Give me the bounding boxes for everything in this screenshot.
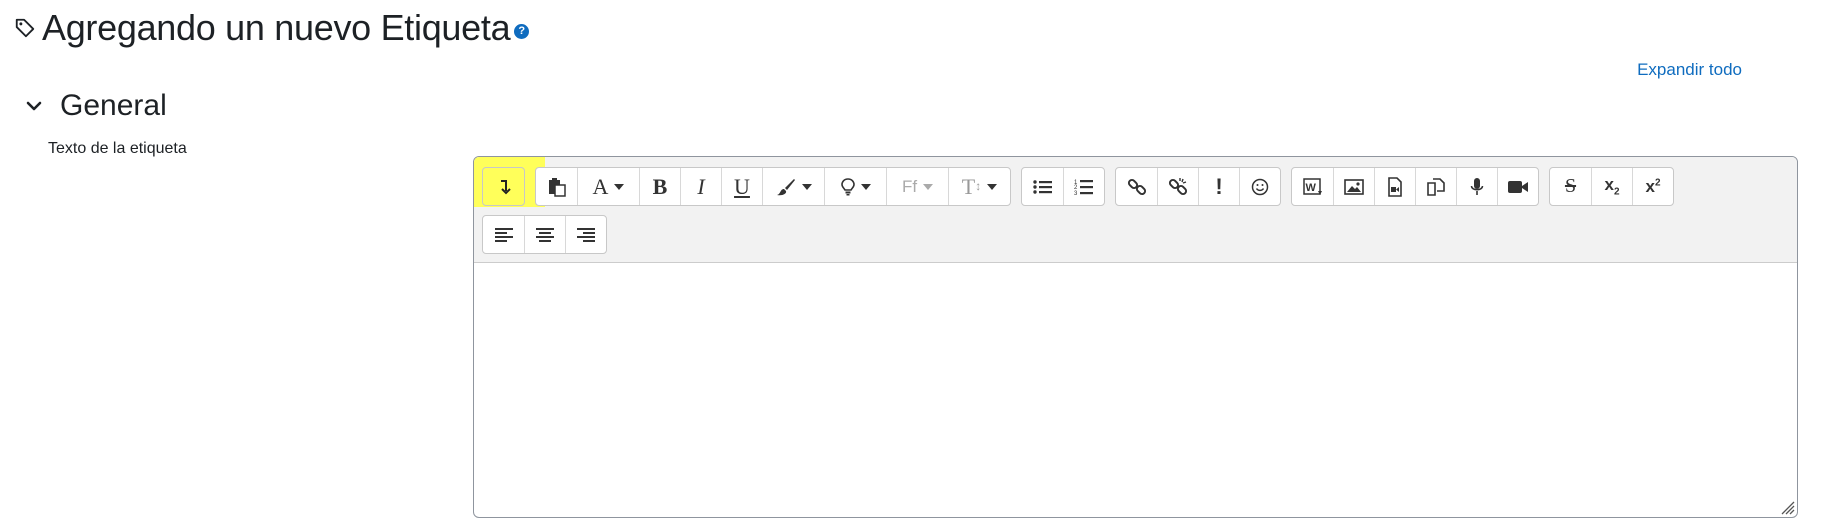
exclamation-icon: ! xyxy=(1215,173,1223,199)
media-button[interactable] xyxy=(1374,168,1415,205)
manage-files-button[interactable] xyxy=(1415,168,1456,205)
editor-content-area[interactable] xyxy=(474,263,1797,517)
toolbar-row-1: A B I U Ff T ↕ 1 2 3 ! W S x2 x2 xyxy=(482,167,1684,206)
special-char-button[interactable]: ! xyxy=(1198,168,1239,205)
bullet-list-icon xyxy=(1032,179,1052,194)
word-icon: W xyxy=(1302,177,1322,195)
brush-icon xyxy=(776,178,795,195)
italic-button[interactable]: I xyxy=(680,168,721,205)
caret-icon xyxy=(923,183,934,190)
section-general-header[interactable]: General xyxy=(26,88,167,124)
subscript-button[interactable]: x2 xyxy=(1591,168,1632,205)
unlink-icon xyxy=(1168,177,1188,195)
tag-icon xyxy=(15,18,35,38)
caret-icon xyxy=(987,183,998,190)
clipboard-icon xyxy=(548,177,566,197)
font-size-button[interactable]: T ↕ xyxy=(948,168,1010,205)
link-icon xyxy=(1127,178,1146,195)
page-title: Agregando un nuevo Etiqueta xyxy=(42,7,511,48)
microphone-icon xyxy=(1470,177,1484,195)
caret-icon xyxy=(860,183,871,190)
help-icon[interactable]: ? xyxy=(514,23,530,39)
font-family-button[interactable]: A xyxy=(577,168,639,205)
toolbar-row-2 xyxy=(482,215,617,254)
emoji-button[interactable] xyxy=(1239,168,1280,205)
align-left-icon xyxy=(494,227,513,242)
media-file-icon xyxy=(1388,176,1402,197)
record-video-button[interactable] xyxy=(1497,168,1538,205)
highlight-button[interactable] xyxy=(824,168,886,205)
resize-arrows-icon: ↕ xyxy=(975,179,982,193)
image-icon xyxy=(1344,178,1364,195)
font-size-icon: T xyxy=(961,173,976,199)
field-label: Texto de la etiqueta xyxy=(48,140,187,157)
bold-button[interactable]: B xyxy=(639,168,680,205)
section-title: General xyxy=(60,89,167,122)
strikethrough-icon: S xyxy=(1564,175,1577,197)
toolbar-group: 1 2 3 xyxy=(1021,167,1105,206)
svg-text:W: W xyxy=(1305,182,1316,194)
toolbar-group: A B I U Ff T ↕ xyxy=(535,167,1011,206)
expand-all-link[interactable]: Expandir todo xyxy=(1637,60,1742,80)
toolbar-group xyxy=(482,215,607,254)
font-style-button[interactable]: Ff xyxy=(886,168,948,205)
align-right-button[interactable] xyxy=(565,216,606,253)
bold-icon: B xyxy=(652,173,668,199)
underline-icon: U xyxy=(734,173,750,199)
resize-handle-icon[interactable] xyxy=(1777,497,1795,515)
paste-button[interactable] xyxy=(536,168,577,205)
editor-toolbar: A B I U Ff T ↕ 1 2 3 ! W S x2 x2 xyxy=(474,157,1797,263)
text-color-button[interactable] xyxy=(762,168,824,205)
paste-word-button[interactable]: W xyxy=(1292,168,1333,205)
align-left-button[interactable] xyxy=(483,216,524,253)
toolbar-group xyxy=(482,167,525,206)
align-center-button[interactable] xyxy=(524,216,565,253)
lightbulb-icon xyxy=(840,177,855,195)
unordered-list-button[interactable] xyxy=(1022,168,1063,205)
align-center-icon xyxy=(536,227,554,242)
superscript-icon: x2 xyxy=(1645,176,1661,196)
image-button[interactable] xyxy=(1333,168,1374,205)
files-icon xyxy=(1427,177,1445,196)
numbered-list-icon: 1 2 3 xyxy=(1074,179,1093,196)
italic-icon: I xyxy=(697,173,705,199)
font-style-icon: Ff xyxy=(901,176,918,196)
video-camera-icon xyxy=(1508,180,1528,193)
chevron-down-icon[interactable] xyxy=(26,98,42,114)
underline-button[interactable]: U xyxy=(721,168,762,205)
align-right-icon xyxy=(577,227,595,242)
superscript-button[interactable]: x2 xyxy=(1632,168,1673,205)
subscript-icon: x2 xyxy=(1604,175,1620,198)
toolbar-group: W xyxy=(1291,167,1539,206)
page-header: Agregando un nuevo Etiqueta ? xyxy=(14,6,530,50)
smiley-icon xyxy=(1251,178,1269,195)
toolbar-toggle-button[interactable] xyxy=(483,168,524,205)
strikethrough-button[interactable]: S xyxy=(1550,168,1591,205)
toolbar-group: ! xyxy=(1115,167,1281,206)
svg-text:3: 3 xyxy=(1074,191,1078,196)
link-button[interactable] xyxy=(1116,168,1157,205)
ordered-list-button[interactable]: 1 2 3 xyxy=(1063,168,1104,205)
caret-icon xyxy=(614,183,625,190)
toolbar-group: S x2 x2 xyxy=(1549,167,1674,206)
font-icon: A xyxy=(592,173,609,199)
unlink-button[interactable] xyxy=(1157,168,1198,205)
caret-icon xyxy=(801,183,812,190)
arrow-down-icon xyxy=(500,179,511,194)
rich-text-editor: A B I U Ff T ↕ 1 2 3 ! W S x2 x2 xyxy=(473,156,1798,518)
record-audio-button[interactable] xyxy=(1456,168,1497,205)
